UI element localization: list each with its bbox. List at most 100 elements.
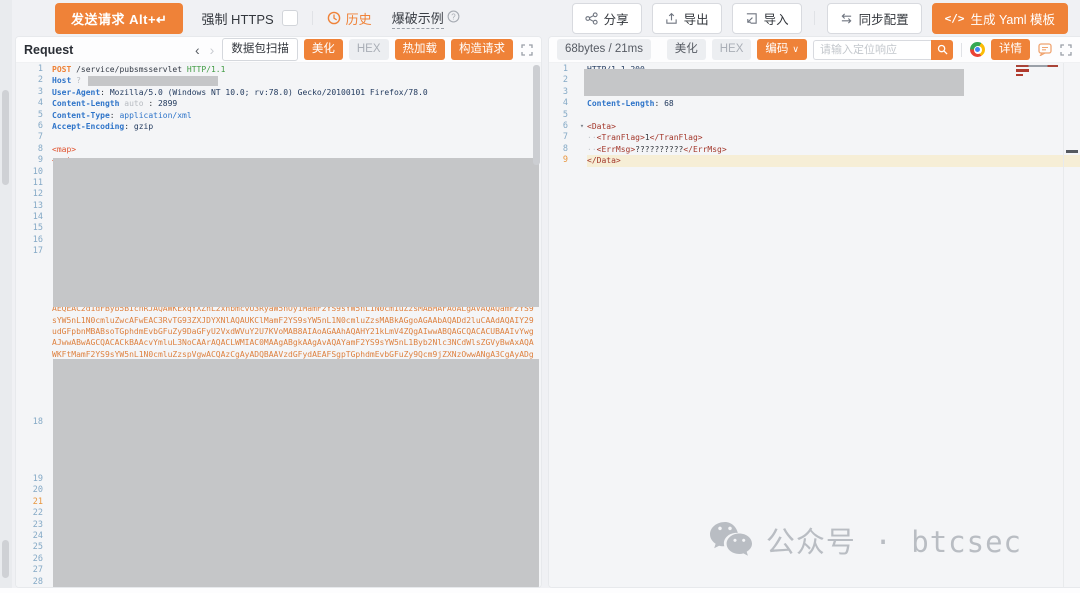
history-button[interactable]: 历史: [327, 9, 372, 28]
blast-example-link[interactable]: 爆破示例: [392, 8, 444, 29]
next-request-button[interactable]: ›: [208, 43, 217, 57]
line-number: [16, 429, 52, 440]
hot-reload-button[interactable]: 热加载: [395, 39, 446, 60]
code-row[interactable]: 8··<ErrMsg>??????????</ErrMsg>: [549, 144, 1080, 155]
send-request-button[interactable]: 发送请求 Alt+↵: [55, 3, 183, 34]
comment-icon[interactable]: [1038, 43, 1052, 56]
line-number: [16, 258, 52, 269]
beautify-button[interactable]: 美化: [304, 39, 343, 60]
response-editor[interactable]: 1HTTP/1.1 200234Content-Length: 6856▾<Da…: [549, 63, 1080, 587]
encode-dropdown-button[interactable]: 编码∨: [757, 39, 807, 60]
page-scrollbar-thumb-2[interactable]: [2, 540, 9, 578]
line-number: 11: [16, 178, 52, 189]
export-label: 导出: [684, 9, 709, 28]
page-bottom-strip: [0, 588, 1080, 593]
code-row[interactable]: 4Content-Length auto : 2899: [16, 98, 541, 109]
export-button[interactable]: 导出: [652, 3, 722, 34]
panels-row: Request ‹ › 数据包扫描 美化 HEX 热加载 构造请求 1POST …: [12, 36, 1080, 588]
line-number: 12: [16, 189, 52, 200]
code-row[interactable]: 5Content-Type: application/xml: [16, 110, 541, 121]
wechat-icon: [708, 520, 754, 560]
line-number: 6: [549, 121, 577, 132]
code-row[interactable]: 3User-Agent: Mozilla/5.0 (Windows NT 10.…: [16, 87, 541, 98]
code-row[interactable]: 7: [16, 132, 541, 143]
code-row[interactable]: 6Accept-Encoding: gzip: [16, 121, 541, 132]
line-number: 17: [16, 246, 52, 257]
fold-gutter: [577, 98, 587, 109]
chrome-icon[interactable]: [970, 42, 985, 57]
request-editor[interactable]: 1POST /service/pubsmsservlet HTTP/1.12Ho…: [16, 63, 541, 587]
line-number: 2: [549, 75, 577, 86]
response-panel: 68bytes / 21ms 美化 HEX 编码∨ 详情 1HTTP/1.1 2…: [548, 36, 1080, 588]
line-number: 1: [549, 64, 577, 75]
fullscreen-icon[interactable]: [521, 44, 533, 56]
line-number: 5: [16, 110, 52, 121]
detail-button[interactable]: 详情: [991, 39, 1030, 60]
response-fullscreen-icon[interactable]: [1060, 44, 1072, 56]
response-stats-badge: 68bytes / 21ms: [557, 39, 651, 60]
line-number: 4: [549, 98, 577, 109]
line-number: 1: [16, 64, 52, 75]
line-number: [16, 303, 52, 314]
sync-config-button[interactable]: 同步配置: [827, 3, 922, 34]
line-number: 23: [16, 520, 52, 531]
import-button[interactable]: 导入: [732, 3, 802, 34]
line-number: 7: [549, 132, 577, 143]
force-https-checkbox[interactable]: [282, 10, 298, 26]
share-button[interactable]: 分享: [572, 3, 642, 34]
response-hex-button[interactable]: HEX: [712, 39, 752, 60]
line-number: 21: [16, 497, 52, 508]
line-number: [16, 383, 52, 394]
export-icon: [665, 12, 678, 25]
line-number: 3: [549, 87, 577, 98]
construct-request-button[interactable]: 构造请求: [451, 39, 513, 60]
hex-button[interactable]: HEX: [349, 39, 389, 60]
fold-chevron-icon[interactable]: ▾: [577, 121, 587, 132]
code-row[interactable]: 8<map>: [16, 144, 541, 155]
code-row[interactable]: 7··<TranFlag>1</TranFlag>: [549, 132, 1080, 143]
search-button[interactable]: [931, 40, 953, 60]
code-row[interactable]: 1POST /service/pubsmsservlet HTTP/1.1: [16, 64, 541, 75]
code-row[interactable]: sYW5nL1N0cmluZwcAFwEAC3RvTG93ZXJDYXNlAQA…: [16, 315, 541, 326]
page-scrollbar-thumb[interactable]: [2, 90, 9, 185]
minimap[interactable]: [1063, 63, 1080, 587]
share-icon: [585, 12, 598, 25]
line-number: [16, 280, 52, 291]
line-number: 8: [16, 144, 52, 155]
line-number: [16, 463, 52, 474]
import-icon: [745, 12, 758, 25]
redacted-region: [53, 359, 539, 587]
prev-request-button[interactable]: ‹: [193, 43, 202, 57]
code-row[interactable]: 2Host ?: [16, 75, 541, 86]
packet-scan-button[interactable]: 数据包扫描: [222, 38, 298, 61]
line-number: [16, 406, 52, 417]
redacted-inline: [88, 76, 218, 86]
response-beautify-button[interactable]: 美化: [667, 39, 706, 60]
line-number: 22: [16, 508, 52, 519]
top-toolbar: 发送请求 Alt+↵ 强制 HTTPS 历史 爆破示例 ? 分享 导出 导入 同…: [12, 0, 1080, 36]
editor-scrollbar-thumb[interactable]: [533, 65, 540, 165]
sync-config-label: 同步配置: [859, 9, 909, 28]
generate-yaml-label: 生成 Yaml 模板: [971, 9, 1056, 28]
code-row[interactable]: 9</Data>: [549, 155, 1080, 166]
code-row[interactable]: AJwwABwAGCQACACkBAAcvYmluL3NoCAArAQACLWM…: [16, 337, 541, 348]
code-row[interactable]: 4Content-Length: 68: [549, 98, 1080, 109]
generate-yaml-button[interactable]: </> 生成 Yaml 模板: [932, 3, 1068, 34]
code-row[interactable]: udGFpbnMBABsoTGphdmEvbGFuZy9DaGFyU2VxdWV…: [16, 326, 541, 337]
watermark-text: 公众号 · btcsec: [766, 519, 1022, 561]
line-number: 2: [16, 75, 52, 86]
line-number: [16, 315, 52, 326]
code-row[interactable]: 6▾<Data>: [549, 121, 1080, 132]
code-row[interactable]: 5: [549, 110, 1080, 121]
clock-icon: [327, 11, 341, 25]
chevron-down-icon: ∨: [792, 44, 799, 54]
line-number: 15: [16, 223, 52, 234]
line-number: 19: [16, 474, 52, 485]
line-number: 3: [16, 87, 52, 98]
search-input[interactable]: [813, 40, 931, 60]
help-icon[interactable]: ?: [447, 10, 460, 26]
minimap-scroll-thumb[interactable]: [1066, 150, 1078, 153]
line-number: [16, 394, 52, 405]
search-icon: [937, 44, 948, 55]
line-number: 18: [16, 417, 52, 428]
